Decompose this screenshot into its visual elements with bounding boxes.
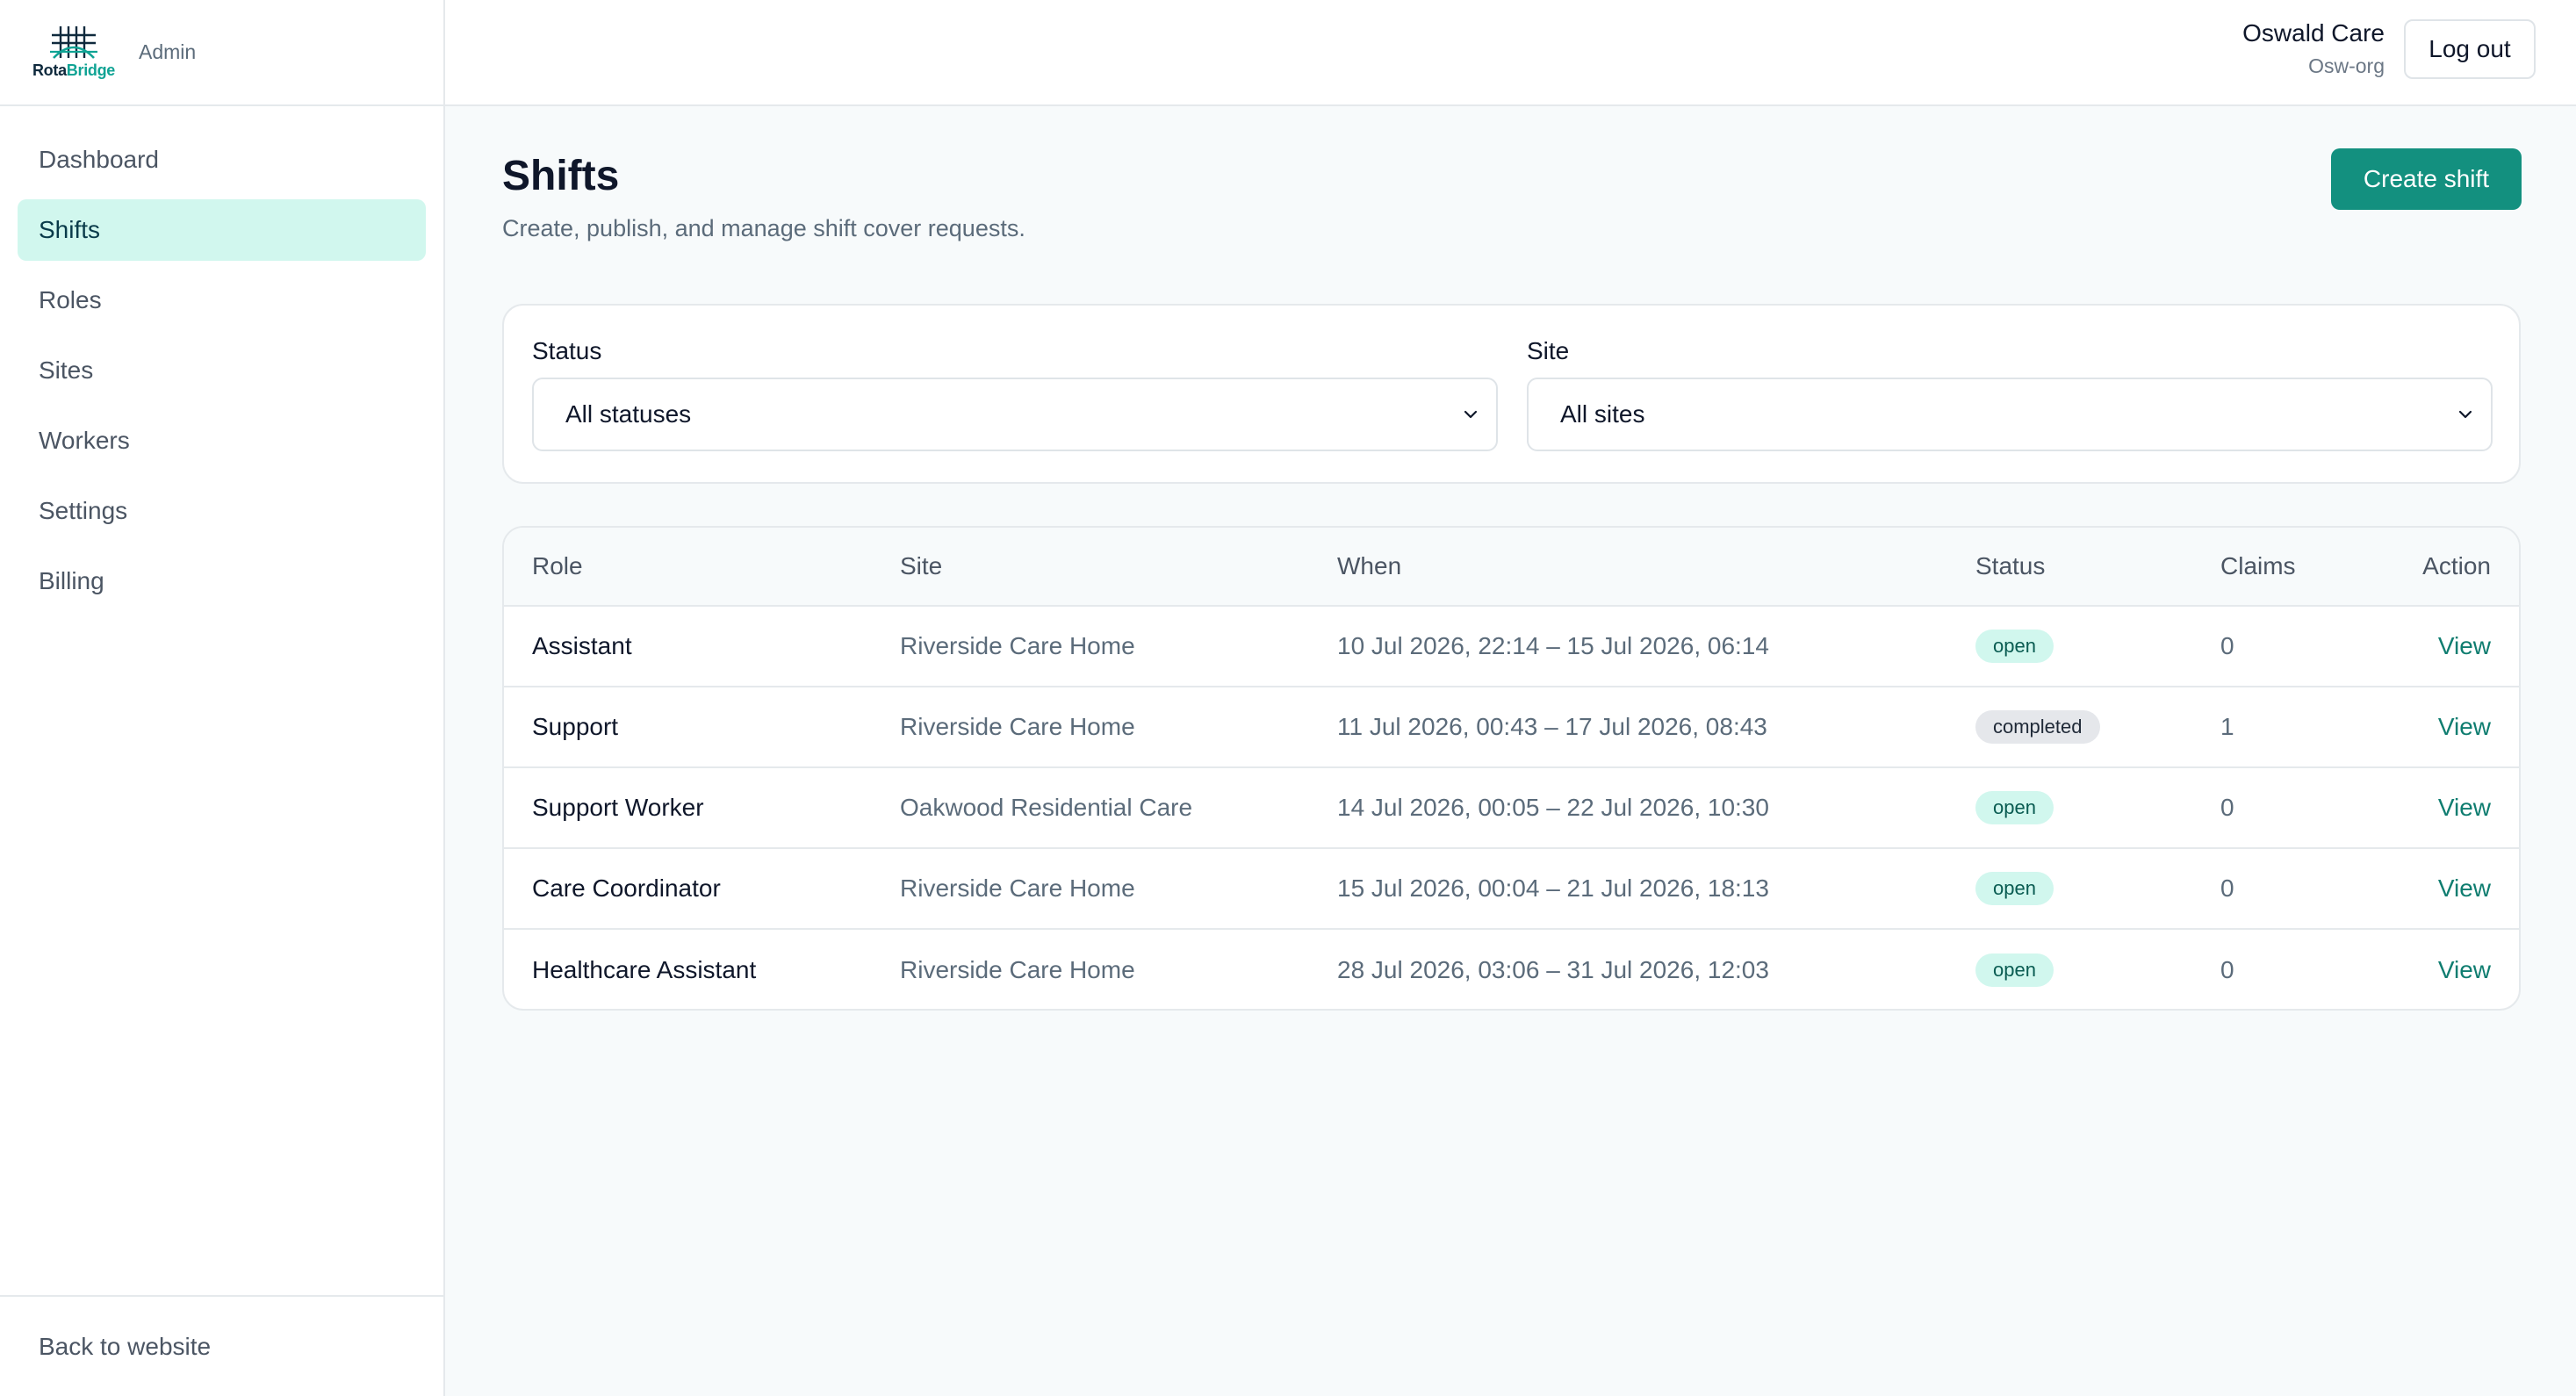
row-when: 14 Jul 2026, 00:05 – 22 Jul 2026, 10:30: [1337, 794, 1769, 821]
row-when: 10 Jul 2026, 22:14 – 15 Jul 2026, 06:14: [1337, 632, 1769, 659]
row-site: Riverside Care Home: [900, 874, 1135, 902]
site-filter: Site All sites: [1527, 337, 2493, 451]
sidebar-item-billing[interactable]: Billing: [18, 550, 426, 612]
row-status: open: [1975, 872, 2054, 905]
org-name: Oswald Care: [2242, 19, 2385, 47]
status-select-value: All statuses: [565, 400, 692, 428]
page-subtitle: Create, publish, and manage shift cover …: [502, 215, 1025, 241]
row-site: Riverside Care Home: [900, 713, 1135, 740]
status-badge: open: [1975, 791, 2054, 824]
sidebar-item-workers[interactable]: Workers: [18, 410, 426, 471]
view-shift-link[interactable]: View: [2438, 632, 2491, 660]
table-row: Assistant Riverside Care Home 10 Jul 202…: [504, 607, 2519, 687]
shifts-table: Role Site When Status Claims Action Assi…: [502, 526, 2521, 1011]
table-row: Support Worker Oakwood Residential Care …: [504, 768, 2519, 849]
table-row: Support Riverside Care Home 11 Jul 2026,…: [504, 687, 2519, 768]
row-claims: 1: [2220, 713, 2234, 740]
status-badge: open: [1975, 872, 2054, 905]
status-badge: open: [1975, 953, 2054, 987]
column-header-status: Status: [1975, 552, 2046, 579]
site-select[interactable]: All sites: [1527, 378, 2493, 451]
row-claims: 0: [2220, 794, 2234, 821]
row-site: Oakwood Residential Care: [900, 794, 1193, 821]
column-header-claims: Claims: [2220, 552, 2296, 579]
row-status: open: [1975, 791, 2054, 824]
sidebar-item-dashboard[interactable]: Dashboard: [18, 129, 426, 191]
status-filter: Status All statuses: [532, 337, 1498, 451]
row-claims: 0: [2220, 874, 2234, 902]
back-to-website-link[interactable]: Back to website: [39, 1333, 211, 1361]
org-slug: Osw-org: [2308, 54, 2385, 77]
brand-role-label: Admin: [139, 40, 197, 63]
sidebar-nav: Dashboard Shifts Roles Sites Workers Set…: [0, 106, 443, 612]
row-status: open: [1975, 630, 2054, 663]
column-header-action: Action: [2422, 552, 2491, 579]
status-select[interactable]: All statuses: [532, 378, 1498, 451]
site-filter-label: Site: [1527, 337, 1570, 364]
view-shift-link[interactable]: View: [2438, 956, 2491, 984]
row-claims: 0: [2220, 632, 2234, 659]
row-claims: 0: [2220, 956, 2234, 983]
sidebar-footer: Back to website: [0, 1295, 443, 1396]
row-status: open: [1975, 953, 2054, 987]
rotabridge-logo[interactable]: RotaBridge: [30, 25, 118, 80]
row-when: 11 Jul 2026, 00:43 – 17 Jul 2026, 08:43: [1337, 713, 1767, 740]
main-content: Shifts Create, publish, and manage shift…: [445, 106, 2576, 1396]
row-site: Riverside Care Home: [900, 632, 1135, 659]
column-header-when: When: [1337, 552, 1402, 579]
row-role: Healthcare Assistant: [532, 956, 757, 983]
table-row: Care Coordinator Riverside Care Home 15 …: [504, 849, 2519, 930]
view-shift-link[interactable]: View: [2438, 794, 2491, 822]
view-shift-link[interactable]: View: [2438, 874, 2491, 903]
app: RotaBridge Admin Dashboard Shifts Roles …: [0, 0, 2576, 1396]
create-shift-button[interactable]: Create shift: [2331, 148, 2522, 210]
status-badge: open: [1975, 630, 2054, 663]
row-site: Riverside Care Home: [900, 956, 1135, 983]
chevron-down-icon: [1464, 410, 1478, 419]
table-header: Role Site When Status Claims Action: [504, 528, 2519, 607]
sidebar: RotaBridge Admin Dashboard Shifts Roles …: [0, 0, 445, 1396]
page-title: Shifts: [502, 153, 620, 199]
logo-wordmark: RotaBridge: [32, 61, 116, 79]
row-role: Support: [532, 713, 619, 740]
row-when: 28 Jul 2026, 03:06 – 31 Jul 2026, 12:03: [1337, 956, 1769, 983]
sidebar-item-shifts[interactable]: Shifts: [18, 199, 426, 261]
top-header: Oswald Care Osw-org Log out: [445, 0, 2576, 106]
org-info: Oswald Care Osw-org: [2242, 19, 2385, 78]
view-shift-link[interactable]: View: [2438, 713, 2491, 741]
filters-card: Status All statuses Site All sites: [502, 304, 2521, 484]
column-header-site: Site: [900, 552, 943, 579]
sidebar-item-roles[interactable]: Roles: [18, 270, 426, 331]
sidebar-item-sites[interactable]: Sites: [18, 340, 426, 401]
brand: RotaBridge Admin: [0, 0, 443, 106]
chevron-down-icon: [2458, 410, 2472, 419]
row-role: Care Coordinator: [532, 874, 721, 902]
bridge-logo-icon: [50, 26, 97, 59]
sidebar-item-settings[interactable]: Settings: [18, 480, 426, 542]
row-status: completed: [1975, 710, 2100, 744]
site-select-value: All sites: [1560, 400, 1645, 428]
status-badge: completed: [1975, 710, 2100, 744]
table-row: Healthcare Assistant Riverside Care Home…: [504, 930, 2519, 1009]
row-role: Support Worker: [532, 794, 704, 821]
row-role: Assistant: [532, 632, 632, 659]
status-filter-label: Status: [532, 337, 602, 364]
row-when: 15 Jul 2026, 00:04 – 21 Jul 2026, 18:13: [1337, 874, 1769, 902]
logout-button[interactable]: Log out: [2404, 19, 2536, 79]
column-header-role: Role: [532, 552, 583, 579]
